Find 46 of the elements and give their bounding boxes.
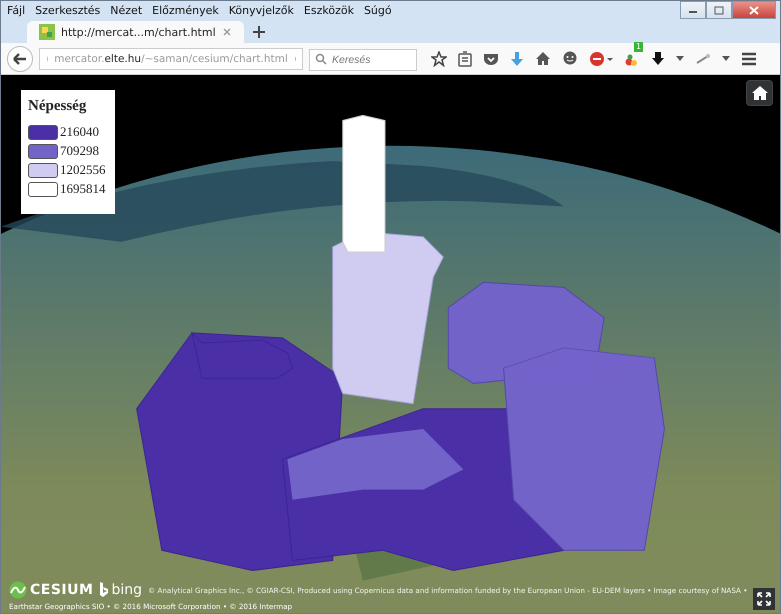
fullscreen-icon	[757, 592, 771, 606]
legend-label: 216040	[60, 124, 99, 140]
bing-logo[interactable]: bing	[99, 582, 142, 598]
legend-label: 1202556	[60, 162, 106, 178]
bookmark-star-icon[interactable]	[431, 50, 447, 66]
menu-icon[interactable]	[741, 52, 757, 66]
menu-item[interactable]: Előzmények	[152, 4, 219, 17]
ad-block-icon[interactable]	[589, 50, 613, 66]
pocket-icon[interactable]	[483, 52, 499, 66]
close-icon	[749, 6, 759, 14]
menu-item[interactable]: Szerkesztés	[35, 4, 100, 17]
wand-icon[interactable]	[695, 52, 711, 64]
bing-b-icon	[99, 582, 110, 598]
reading-list-icon[interactable]	[458, 50, 472, 66]
cesium-logo[interactable]: CESIUM	[9, 581, 94, 599]
address-bar[interactable]: mercator.elte.hu/~saman/cesium/chart.html	[39, 48, 303, 70]
menu-item[interactable]: Könyvjelzők	[228, 4, 294, 17]
dropdown-icon[interactable]	[722, 56, 730, 62]
download-icon[interactable]	[510, 50, 524, 66]
legend-title: Népesség	[28, 98, 88, 115]
menu-item[interactable]: Súgó	[364, 4, 392, 17]
menu-item[interactable]: Eszközök	[304, 4, 354, 17]
close-button[interactable]	[732, 1, 776, 19]
minimize-button[interactable]	[680, 1, 706, 19]
wave-icon	[9, 581, 27, 599]
home-icon	[750, 85, 768, 101]
legend-label: 709298	[60, 143, 99, 159]
close-tab-icon[interactable]	[222, 27, 232, 37]
notification-badge: 1	[634, 42, 644, 52]
home-view-button[interactable]	[746, 80, 773, 106]
back-arrow-icon	[13, 52, 27, 64]
favicon-icon	[39, 24, 55, 40]
fullscreen-button[interactable]	[753, 588, 775, 610]
browser-tab[interactable]: http://mercat...m/chart.html	[27, 21, 244, 43]
chat-icon[interactable]	[562, 51, 578, 66]
legend-label: 1695814	[60, 181, 106, 197]
back-button[interactable]	[7, 46, 33, 72]
menu-item[interactable]: Fájl	[7, 4, 26, 17]
maximize-button[interactable]	[706, 1, 732, 19]
search-field[interactable]: Keresés	[309, 48, 417, 70]
maximize-icon	[714, 6, 724, 14]
home-icon[interactable]	[535, 51, 551, 66]
dropdown-icon[interactable]	[676, 56, 684, 62]
menu-item[interactable]: Nézet	[110, 4, 142, 17]
download-arrow-icon[interactable]	[651, 50, 665, 66]
new-tab-icon[interactable]	[252, 25, 266, 39]
